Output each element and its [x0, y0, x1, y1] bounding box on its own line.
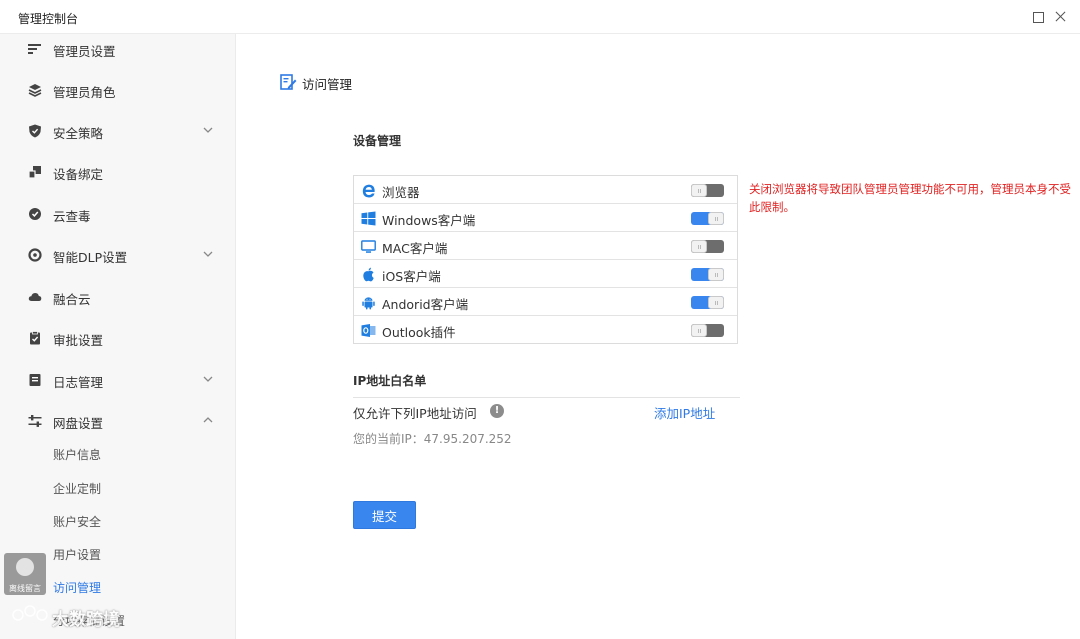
- device-row-browser: 浏览器: [354, 176, 737, 204]
- device-label: MAC客户端: [382, 241, 448, 256]
- device-table: 浏览器 Windows客户端 MAC客户端 iOS客户端 Andorid客户端 …: [353, 175, 738, 344]
- shield-icon: [29, 124, 41, 138]
- device-row-mac: MAC客户端: [354, 232, 737, 260]
- sidebar-item-label: 安全策略: [53, 126, 104, 141]
- sidebar-subitem-account-info[interactable]: 账户信息: [53, 443, 223, 467]
- chevron-down-icon: [203, 127, 213, 133]
- sliders-icon: [28, 415, 42, 427]
- support-caption: 离线留言: [9, 584, 41, 593]
- android-toggle[interactable]: [691, 296, 724, 309]
- title-bar: 管理控制台: [0, 0, 1080, 34]
- device-label: Windows客户端: [382, 213, 476, 228]
- clipboard-check-icon: [30, 331, 40, 345]
- sidebar-item-security-policy[interactable]: 安全策略: [0, 113, 235, 149]
- windows-icon: [361, 211, 376, 226]
- chevron-up-icon: [203, 417, 213, 423]
- device-row-android: Andorid客户端: [354, 288, 737, 316]
- sidebar-item-label: 管理员设置: [53, 44, 116, 59]
- sidebar-item-hybrid-cloud[interactable]: 融合云: [0, 279, 235, 315]
- sidebar-item-label: 智能DLP设置: [53, 250, 128, 265]
- cloud-icon: [28, 293, 42, 301]
- ip-whitelist-label: 仅允许下列IP地址访问: [353, 406, 477, 421]
- window-title: 管理控制台: [18, 12, 79, 26]
- watermark-text: 大数跨境: [52, 610, 120, 630]
- list-icon: [28, 44, 41, 54]
- device-row-windows: Windows客户端: [354, 204, 737, 232]
- add-ip-link[interactable]: 添加IP地址: [654, 403, 715, 422]
- device-bind-icon: [28, 166, 41, 179]
- sidebar-subitem-enterprise-custom[interactable]: 企业定制: [53, 477, 223, 501]
- device-label: 浏览器: [382, 185, 420, 200]
- device-label: Outlook插件: [382, 325, 456, 340]
- mac-toggle[interactable]: [691, 240, 724, 253]
- monitor-icon: [361, 240, 376, 253]
- sidebar-subitem-user-settings[interactable]: 用户设置: [53, 543, 223, 567]
- sidebar-item-label: 管理员角色: [53, 85, 116, 100]
- sidebar-subitem-account-security[interactable]: 账户安全: [53, 510, 223, 534]
- submit-button[interactable]: 提交: [353, 501, 416, 529]
- sidebar-subitem-access-management[interactable]: 访问管理: [53, 576, 223, 600]
- layers-icon: [28, 84, 42, 97]
- sidebar-item-cloud-antivirus[interactable]: 云查毒: [0, 196, 235, 232]
- close-button[interactable]: [1052, 8, 1070, 26]
- sidebar-item-label: 设备绑定: [53, 167, 104, 182]
- device-label: iOS客户端: [382, 269, 441, 284]
- info-icon[interactable]: !: [490, 404, 504, 418]
- device-section-title: 设备管理: [353, 134, 402, 148]
- current-ip-text: 您的当前IP：47.95.207.252: [353, 432, 512, 446]
- page-title: 访问管理: [302, 77, 353, 92]
- device-label: Andorid客户端: [382, 297, 469, 312]
- sidebar-item-dlp-settings[interactable]: 智能DLP设置: [0, 237, 235, 273]
- ios-toggle[interactable]: [691, 268, 724, 281]
- divider: [353, 397, 740, 398]
- sidebar-item-device-binding[interactable]: 设备绑定: [0, 154, 235, 190]
- sidebar-item-netdisk-settings[interactable]: 网盘设置: [0, 403, 235, 439]
- sidebar-item-approval-settings[interactable]: 审批设置: [0, 320, 235, 356]
- chevron-down-icon: [203, 251, 213, 257]
- device-row-ios: iOS客户端: [354, 260, 737, 288]
- dlp-gear-icon: [28, 248, 42, 262]
- outlook-toggle[interactable]: [691, 324, 724, 337]
- scan-icon: [29, 208, 41, 220]
- sidebar-item-log-management[interactable]: 日志管理: [0, 362, 235, 398]
- android-icon: [362, 297, 375, 310]
- ie-browser-icon: [362, 184, 375, 198]
- sidebar: 管理员设置 管理员角色 安全策略 设备绑定 云查毒 智能DLP设置 融合云 审批…: [0, 34, 236, 639]
- sidebar-item-label: 网盘设置: [53, 416, 104, 431]
- sidebar-item-admin-settings[interactable]: 管理员设置: [0, 34, 235, 67]
- support-widget[interactable]: 离线留言: [4, 553, 46, 595]
- sidebar-item-admin-roles[interactable]: 管理员角色: [0, 72, 235, 108]
- main-content: 访问管理 设备管理 浏览器 Windows客户端 MAC客户端 iOS客户端 A…: [237, 34, 1080, 639]
- windows-toggle[interactable]: [691, 212, 724, 225]
- device-row-outlook: Outlook插件: [354, 316, 737, 344]
- browser-toggle[interactable]: [691, 184, 724, 197]
- log-icon: [29, 374, 41, 386]
- sidebar-item-label: 日志管理: [53, 375, 104, 390]
- sidebar-item-label: 云查毒: [53, 209, 91, 224]
- ip-section-title: IP地址白名单: [353, 374, 427, 388]
- avatar: [16, 558, 34, 576]
- sidebar-item-label: 审批设置: [53, 333, 104, 348]
- maximize-button[interactable]: [1029, 8, 1047, 26]
- sidebar-item-label: 融合云: [53, 292, 91, 307]
- apple-icon: [363, 267, 374, 282]
- chevron-down-icon: [203, 376, 213, 382]
- browser-warning-text: 关闭浏览器将导致团队管理员管理功能不可用，管理员本身不受此限制。: [749, 182, 1071, 214]
- watermark-logo-icon: [12, 605, 48, 621]
- edit-doc-icon: [280, 74, 297, 90]
- outlook-icon: [361, 324, 376, 337]
